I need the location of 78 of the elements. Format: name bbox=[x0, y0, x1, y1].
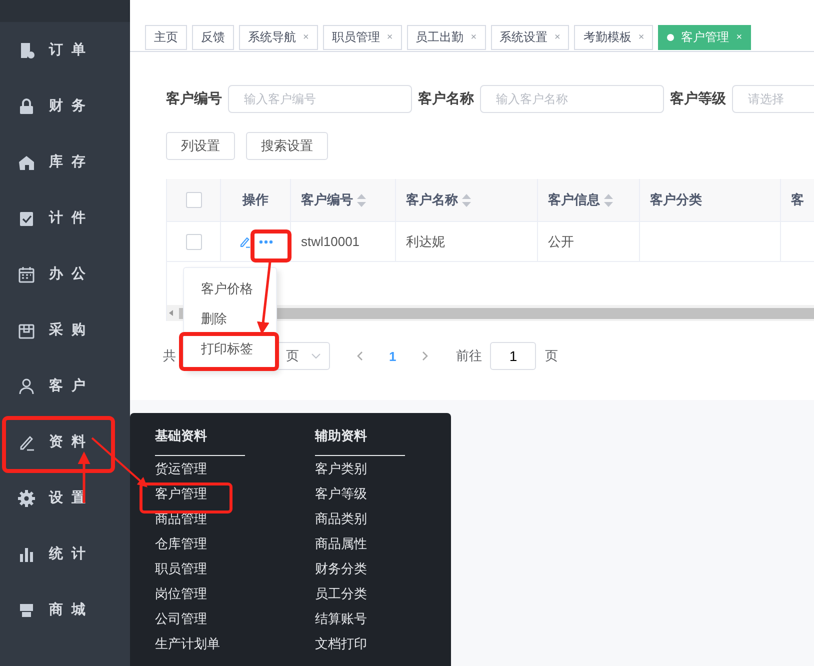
menu-item[interactable]: 商品类别 bbox=[315, 506, 405, 531]
tab[interactable]: 员工出勤 × bbox=[406, 25, 486, 50]
menu-item[interactable]: 货运管理 bbox=[155, 456, 245, 481]
chevron-right-icon bbox=[422, 351, 428, 361]
shop-icon bbox=[18, 602, 35, 618]
toolbar-button[interactable]: 列设置 bbox=[166, 132, 235, 160]
menu-item[interactable]: 客户等级 bbox=[315, 481, 405, 506]
column-header: 操作 bbox=[221, 179, 291, 222]
menu-item[interactable]: 岗位管理 bbox=[155, 581, 245, 606]
total-text: 共 bbox=[163, 347, 176, 365]
tab[interactable]: 反馈 bbox=[192, 25, 234, 50]
input-field[interactable]: 输入客户名称 bbox=[480, 85, 664, 113]
menu-item[interactable]: 客户价格 bbox=[184, 274, 276, 304]
menu-heading: 基础资料 bbox=[155, 427, 245, 456]
menu-item[interactable]: 结算账号 bbox=[315, 606, 405, 631]
tab[interactable]: 职员管理 × bbox=[322, 25, 402, 50]
menu-item[interactable]: 财务分类 bbox=[315, 556, 405, 581]
column-header: 客 bbox=[781, 179, 814, 222]
menu-heading: 辅助资料 bbox=[315, 427, 405, 456]
sidebar-item[interactable]: 办公 bbox=[0, 246, 130, 302]
menu-item[interactable]: 删除 bbox=[184, 304, 276, 334]
sidebar-item[interactable]: 计件 bbox=[0, 190, 130, 246]
table-cell: 公开 bbox=[538, 222, 640, 262]
menu-item[interactable]: 职员管理 bbox=[155, 556, 245, 581]
highlight-frame bbox=[250, 230, 292, 262]
sidebar-item[interactable]: 统计 bbox=[0, 526, 130, 582]
field-label: 客户名称 bbox=[418, 90, 474, 108]
bar-chart-icon bbox=[18, 546, 35, 562]
tab[interactable]: 考勤模板 × bbox=[574, 25, 654, 50]
calendar-icon bbox=[18, 266, 35, 282]
sidebar-item[interactable]: 采购 bbox=[0, 302, 130, 358]
box-icon bbox=[18, 322, 35, 338]
sidebar-item[interactable]: 资料 bbox=[0, 414, 130, 470]
menu-item[interactable]: 客户管理 bbox=[155, 481, 245, 506]
column-header[interactable]: 客户编号 bbox=[291, 179, 396, 222]
sidebar-item[interactable]: 订单 bbox=[0, 22, 130, 78]
page-input[interactable]: 1 bbox=[490, 342, 536, 370]
chevron-down-icon bbox=[311, 353, 321, 359]
user-icon bbox=[18, 378, 35, 394]
sidebar-item[interactable]: 客户 bbox=[0, 358, 130, 414]
sidebar-item[interactable]: 财务 bbox=[0, 78, 130, 134]
tab[interactable]: 主页 bbox=[145, 25, 187, 50]
table-cell: stwl10001 bbox=[291, 222, 396, 262]
column-header[interactable]: 客户名称 bbox=[396, 179, 538, 222]
settings-icon bbox=[18, 490, 35, 506]
more-icon bbox=[258, 240, 272, 244]
field-label: 客户编号 bbox=[166, 90, 222, 108]
column-header: 客户分类 bbox=[640, 179, 781, 222]
active-dot-icon bbox=[667, 34, 674, 41]
lock-icon bbox=[18, 98, 35, 114]
field-label: 客户等级 bbox=[670, 90, 726, 108]
menu-item[interactable]: 公司管理 bbox=[155, 606, 245, 631]
menu-item[interactable]: 员工分类 bbox=[315, 581, 405, 606]
tab[interactable]: 系统设置 × bbox=[490, 25, 570, 50]
table-cell: 利达妮 bbox=[396, 222, 538, 262]
menu-item[interactable]: 文档打印 bbox=[315, 631, 405, 656]
sidebar-item[interactable]: 库存 bbox=[0, 134, 130, 190]
input-field[interactable]: 请选择 bbox=[732, 85, 814, 113]
chevron-left-icon bbox=[357, 351, 363, 361]
checkbox[interactable] bbox=[186, 234, 202, 250]
menu-item[interactable]: 商品属性 bbox=[315, 531, 405, 556]
input-field[interactable]: 输入客户编号 bbox=[228, 85, 412, 113]
page-label: 页 bbox=[545, 347, 558, 365]
checkbox[interactable] bbox=[186, 192, 202, 208]
goto-label: 前往 bbox=[456, 347, 482, 365]
menu-item[interactable]: 仓库管理 bbox=[155, 531, 245, 556]
home-icon bbox=[18, 154, 35, 170]
document-icon bbox=[18, 42, 35, 58]
sidebar-item[interactable]: 商城 bbox=[0, 582, 130, 638]
edit-icon bbox=[238, 236, 250, 248]
clipboard-icon bbox=[18, 210, 35, 226]
column-header[interactable]: 客户信息 bbox=[538, 179, 640, 222]
toolbar-button[interactable]: 搜索设置 bbox=[246, 132, 328, 160]
menu-item[interactable]: 客户类别 bbox=[315, 456, 405, 481]
menu-item[interactable]: 生产计划单 bbox=[155, 631, 245, 656]
pencil-icon bbox=[18, 434, 35, 450]
tab[interactable]: 系统导航 × bbox=[239, 25, 318, 50]
scroll-left-icon bbox=[167, 309, 175, 317]
